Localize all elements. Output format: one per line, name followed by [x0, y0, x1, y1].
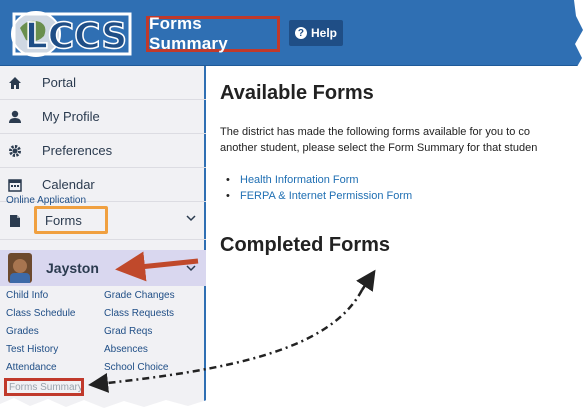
grad-reqs-link[interactable]: Grad Reqs	[104, 326, 152, 337]
sidebar-item-preferences[interactable]: Preferences	[0, 134, 206, 168]
school-choice-link[interactable]: School Choice	[104, 362, 168, 373]
form-link-health[interactable]: Health Information Form	[226, 172, 412, 188]
completed-forms-heading: Completed Forms	[220, 234, 391, 256]
main-content: Available Forms The district has made th…	[208, 66, 587, 414]
absences-link[interactable]: Absences	[104, 344, 148, 355]
sidebar-item-label: Calendar	[42, 177, 95, 192]
sidebar-item-label: Preferences	[42, 143, 113, 158]
district-logo[interactable]: LCCS	[6, 6, 136, 60]
user-icon	[8, 110, 22, 124]
help-button[interactable]: ? Help	[289, 20, 343, 46]
available-forms-list: Health Information Form FERPA & Internet…	[226, 172, 412, 204]
class-requests-link[interactable]: Class Requests	[104, 308, 174, 319]
form-link-ferpa[interactable]: FERPA & Internet Permission Form	[226, 188, 412, 204]
forms-highlight: Forms	[34, 206, 108, 234]
sidebar-item-label: Forms	[45, 212, 82, 228]
chevron-down-icon[interactable]	[186, 263, 196, 273]
grades-link[interactable]: Grades	[6, 326, 39, 337]
calendar-icon	[8, 178, 22, 192]
description-line: The district has made the following form…	[220, 126, 530, 138]
sidebar-item-my-profile[interactable]: My Profile	[0, 100, 206, 134]
child-info-link[interactable]: Child Info	[6, 290, 48, 301]
forms-summary-link: Forms Summary	[9, 382, 83, 393]
top-header: LCCS Forms Summary ? Help	[0, 0, 587, 66]
avatar	[8, 253, 32, 283]
class-schedule-link[interactable]: Class Schedule	[6, 308, 75, 319]
forms-description: The district has made the following form…	[220, 124, 587, 156]
grade-changes-link[interactable]: Grade Changes	[104, 290, 175, 301]
app-window: LCCS Forms Summary ? Help Portal My Prof…	[0, 0, 587, 414]
description-line: another student, please select the Form …	[220, 142, 538, 154]
attendance-link[interactable]: Attendance	[6, 362, 57, 373]
student-selector[interactable]: Jayston	[0, 250, 206, 286]
page-title: Forms Summary	[149, 14, 228, 53]
forms-summary-highlight[interactable]: Forms Summary	[4, 378, 84, 396]
svg-text:LCCS: LCCS	[25, 16, 127, 57]
sidebar: Portal My Profile Preferences Calendar F…	[0, 66, 206, 414]
sidebar-item-forms[interactable]: Forms	[0, 202, 206, 240]
page-title-box: Forms Summary	[146, 14, 280, 53]
question-icon: ?	[294, 27, 307, 39]
student-name: Jayston	[46, 260, 99, 276]
document-icon	[8, 214, 22, 228]
sidebar-item-label: Portal	[42, 75, 76, 90]
help-label: Help	[310, 26, 337, 40]
chevron-down-icon[interactable]	[186, 213, 196, 223]
available-forms-heading: Available Forms	[220, 82, 374, 104]
sidebar-item-label: My Profile	[42, 109, 100, 124]
sidebar-item-portal[interactable]: Portal	[0, 66, 206, 100]
gear-icon	[8, 144, 22, 158]
online-application-link[interactable]: Online Application	[6, 195, 86, 206]
home-icon	[8, 76, 22, 90]
test-history-link[interactable]: Test History	[6, 344, 58, 355]
